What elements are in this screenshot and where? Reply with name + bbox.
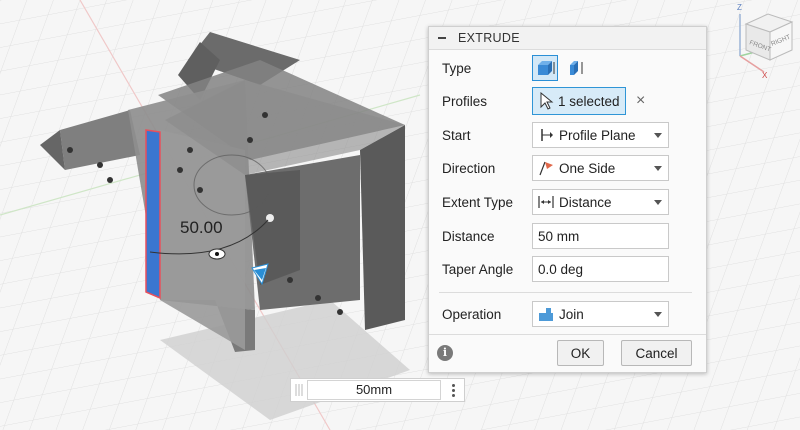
profiles-selection-text: 1 selected	[558, 93, 620, 109]
direction-row: Direction One Side	[429, 153, 706, 183]
extrude-thin-icon	[570, 61, 583, 75]
chevron-down-icon	[654, 312, 662, 317]
taper-angle-value: 0.0 deg	[538, 261, 584, 277]
operation-dropdown[interactable]: Join	[532, 301, 669, 327]
chevron-down-icon	[654, 133, 662, 138]
operation-label: Operation	[442, 306, 502, 322]
info-icon[interactable]: i	[437, 345, 453, 361]
extrude-dialog: EXTRUDE Type Profiles 1 selected × Start…	[428, 26, 707, 373]
distance-row: Distance 50 mm	[429, 221, 706, 251]
direction-label: Direction	[442, 160, 496, 176]
more-options-icon[interactable]	[449, 383, 457, 399]
type-row: Type	[429, 53, 706, 83]
direction-dropdown[interactable]: One Side	[532, 155, 669, 181]
start-dropdown[interactable]: Profile Plane	[532, 122, 669, 148]
clear-selection-icon[interactable]: ×	[636, 92, 645, 110]
join-icon	[539, 308, 553, 321]
heads-up-dimension-bar: 50mm	[290, 378, 465, 402]
distance-field[interactable]: 50 mm	[532, 223, 669, 249]
taper-angle-row: Taper Angle 0.0 deg	[429, 254, 706, 284]
distance-manipulator[interactable]	[208, 248, 226, 260]
dialog-header: EXTRUDE	[429, 27, 706, 50]
taper-angle-field[interactable]: 0.0 deg	[532, 256, 669, 282]
section-divider	[439, 292, 692, 293]
cursor-arrow-icon	[540, 92, 554, 110]
operation-row: Operation Join	[429, 299, 706, 329]
dimension-label: 50.00	[180, 218, 223, 237]
dialog-title: EXTRUDE	[458, 31, 520, 45]
viewcube[interactable]: Z Y X FRONT RIGHT	[724, 0, 800, 80]
operation-value: Join	[559, 306, 584, 322]
distance-icon	[538, 196, 554, 208]
dimension-input-field[interactable]: 50mm	[307, 380, 441, 400]
type-solid-button[interactable]	[532, 55, 558, 81]
ok-button[interactable]: OK	[557, 340, 604, 366]
taper-angle-label: Taper Angle	[442, 261, 514, 277]
axis-z-label: Z	[737, 3, 742, 12]
type-label: Type	[442, 60, 472, 76]
distance-label: Distance	[442, 228, 495, 244]
drag-grip-icon[interactable]	[293, 382, 305, 398]
axis-x-label: X	[762, 71, 768, 80]
start-value: Profile Plane	[559, 127, 636, 143]
collapse-button[interactable]	[435, 27, 449, 49]
one-side-flag-icon	[539, 161, 553, 176]
extent-type-row: Extent Type Distance	[429, 187, 706, 217]
extent-type-dropdown[interactable]: Distance	[532, 189, 669, 215]
selected-profile[interactable]	[145, 129, 161, 300]
direction-value: One Side	[559, 160, 616, 176]
dialog-footer: i OK Cancel	[429, 334, 706, 373]
start-row: Start Profile Plane	[429, 120, 706, 150]
chevron-down-icon	[654, 166, 662, 171]
extent-type-label: Extent Type	[442, 194, 514, 210]
start-label: Start	[442, 127, 471, 143]
extent-type-value: Distance	[559, 194, 612, 210]
minus-icon	[438, 37, 446, 39]
cancel-button[interactable]: Cancel	[621, 340, 692, 366]
profiles-label: Profiles	[442, 93, 488, 109]
profiles-row: Profiles 1 selected ×	[429, 86, 706, 116]
type-thin-button[interactable]	[564, 55, 590, 81]
extrude-solid-icon	[538, 61, 555, 75]
profile-plane-icon	[541, 129, 553, 141]
distance-value: 50 mm	[538, 228, 580, 244]
profiles-selection-button[interactable]: 1 selected	[532, 87, 626, 115]
chevron-down-icon	[654, 200, 662, 205]
